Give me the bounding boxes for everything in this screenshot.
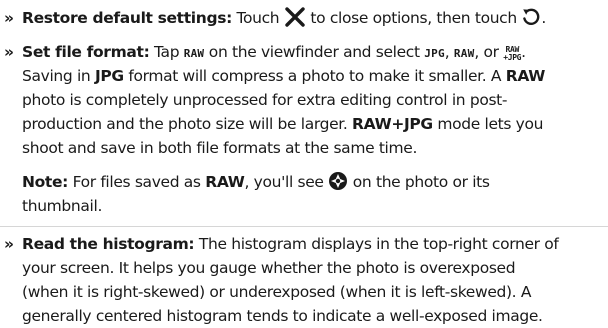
raw-icon: RAW — [453, 47, 475, 60]
text: format will compress a photo to make it … — [123, 67, 506, 85]
format-line-2: Saving in JPG format will compress a pho… — [22, 64, 602, 88]
text: mode lets you — [432, 115, 544, 133]
histogram-line-3: (when it is right-skewed) or underexpose… — [22, 283, 532, 301]
text-bold: RAW — [205, 173, 245, 191]
format-line-3: photo is completely unprocessed for extr… — [22, 91, 508, 109]
restore-text-2: to close options, then touch — [305, 9, 522, 27]
format-line-4: production and the photo size will be la… — [22, 112, 602, 136]
close-icon — [284, 7, 306, 34]
raw-jpg-icon: RAW +JPG — [503, 46, 521, 62]
format-line-1: Set file format: Tap RAW on the viewfind… — [22, 40, 602, 66]
reset-icon — [521, 7, 541, 34]
raw-icon: RAW — [183, 47, 205, 60]
histogram-title: Read the histogram: — [22, 235, 195, 253]
restore-line: Restore default settings: Touch to close… — [22, 6, 602, 34]
bullet: » — [4, 235, 14, 253]
text-bold: JPG — [94, 67, 124, 85]
divider — [0, 226, 608, 227]
raw-jpg-icon-bottom: +JPG — [503, 53, 522, 62]
jpg-icon: JPG — [424, 47, 445, 60]
note-label: Note: — [22, 173, 68, 191]
text: , you'll see — [244, 173, 329, 191]
text: For files saved as — [68, 173, 206, 191]
restore-title: Restore default settings: — [22, 9, 232, 27]
format-text-3: , — [444, 43, 454, 61]
format-title: Set file format: — [22, 43, 150, 61]
bullet: » — [4, 9, 14, 27]
text-bold: RAW — [505, 67, 546, 85]
restore-text-1: Touch — [231, 9, 284, 27]
bullet: » — [4, 43, 14, 61]
text: production and the photo size will be la… — [22, 115, 353, 133]
format-text-4: , or — [474, 43, 504, 61]
format-text-5: . — [521, 43, 526, 61]
histogram-line-4: generally centered histogram tends to in… — [22, 307, 543, 325]
note-line-2: thumbnail. — [22, 197, 103, 215]
text: on the photo or its — [348, 173, 490, 191]
text: Saving in — [22, 67, 95, 85]
histogram-line-2: your screen. It helps you gauge whether … — [22, 259, 516, 277]
format-text-1: Tap — [149, 43, 184, 61]
restore-text-3: . — [541, 9, 546, 27]
text-bold: RAW+JPG — [352, 115, 433, 133]
histogram-line-1: Read the histogram: The histogram displa… — [22, 232, 602, 256]
text: The histogram displays in the top-right … — [194, 235, 559, 253]
format-text-2: on the viewfinder and select — [204, 43, 425, 61]
format-line-5: shoot and save in both file formats at t… — [22, 139, 418, 157]
